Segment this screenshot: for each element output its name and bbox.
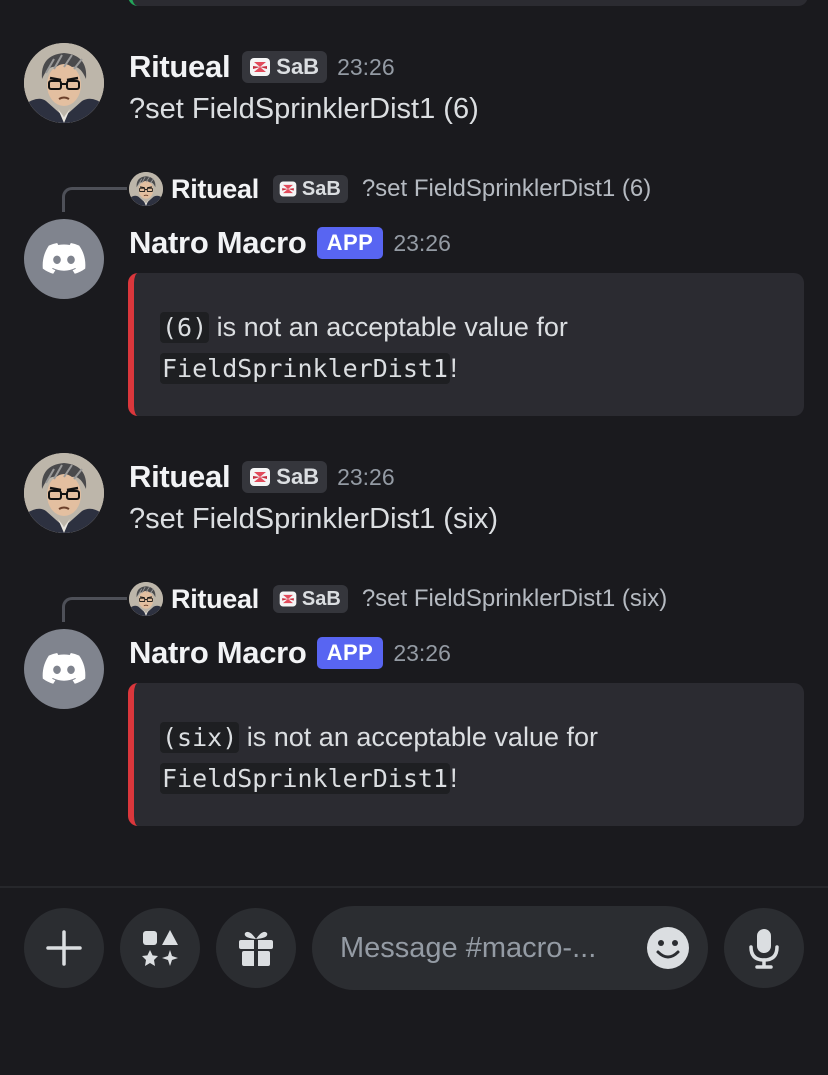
username[interactable]: Ritueal [129, 459, 231, 495]
guild-tag-icon [248, 465, 272, 489]
discord-logo-icon [40, 235, 88, 283]
message-header: Ritueal SaB 23:26 [129, 457, 395, 497]
server-tag-label: SaB [276, 54, 320, 79]
guild-tag-icon [278, 179, 298, 199]
message-header: Ritueal SaB 23:26 [129, 47, 395, 87]
previous-embed [128, 0, 808, 6]
message-ritueal-1: Ritueal SaB 23:26 ?set FieldSprinklerDis… [0, 43, 828, 133]
server-tag-label: SaB [276, 464, 320, 489]
error-embed: (six) is not an acceptable value for Fie… [128, 683, 804, 826]
reply-avatar-image [129, 582, 163, 616]
embed-text-end: ! [449, 353, 458, 383]
username[interactable]: Ritueal [129, 49, 231, 85]
error-embed: (6) is not an acceptable value for Field… [128, 273, 804, 416]
message-text: ?set FieldSprinklerDist1 (6) [129, 93, 479, 125]
reply-server-tag-label: SaB [301, 177, 341, 200]
username[interactable]: Natro Macro [129, 225, 307, 261]
inline-code: FieldSprinklerDist1 [160, 353, 450, 384]
username[interactable]: Natro Macro [129, 635, 307, 671]
embed-text-end: ! [449, 763, 458, 793]
discord-logo-icon [40, 645, 88, 693]
message-text: ?set FieldSprinklerDist1 (six) [129, 503, 499, 535]
reply-username: Ritueal [171, 583, 259, 614]
embed-text: is not an acceptable value for [209, 312, 568, 342]
message-ritueal-2: Ritueal SaB 23:26 ?set FieldSprinklerDis… [0, 453, 828, 543]
inline-code: FieldSprinklerDist1 [160, 763, 450, 794]
voice-message-button[interactable] [724, 908, 804, 988]
user-avatar-image [24, 453, 104, 533]
bot-avatar[interactable] [24, 629, 104, 709]
user-avatar-image [24, 43, 104, 123]
bot-avatar[interactable] [24, 219, 104, 299]
reply-avatar-image [129, 172, 163, 206]
gift-button[interactable] [216, 908, 296, 988]
microphone-icon [749, 929, 779, 969]
reply-connector [62, 597, 127, 622]
reply-connector [62, 187, 127, 212]
reply-preview[interactable]: Ritueal SaB ?set FieldSprinklerDist1 (si… [129, 582, 667, 616]
reply-username: Ritueal [171, 173, 259, 204]
timestamp: 23:26 [393, 639, 451, 666]
inline-code: (six) [160, 722, 240, 753]
message-input[interactable]: Message #macro-... [312, 906, 708, 990]
reply-preview[interactable]: Ritueal SaB ?set FieldSprinklerDist1 (6) [129, 172, 651, 206]
emoji-button[interactable] [646, 926, 690, 970]
guild-tag-icon [248, 55, 272, 79]
plus-icon [46, 930, 82, 966]
message-natro-1: Ritueal SaB ?set FieldSprinklerDist1 (6)… [0, 168, 828, 418]
inline-code: (6) [160, 312, 210, 343]
timestamp: 23:26 [337, 463, 395, 490]
composer-bar: Message #macro-... [0, 888, 828, 1075]
emoji-icon [647, 927, 689, 969]
apps-icon [142, 930, 178, 966]
user-avatar[interactable] [24, 453, 104, 533]
embed-text: is not an acceptable value for [239, 722, 598, 752]
reply-server-tag: SaB [272, 585, 348, 613]
message-header: Natro Macro APP 23:26 [129, 223, 451, 263]
add-attachment-button[interactable] [24, 908, 104, 988]
reply-server-tag-label: SaB [301, 587, 341, 610]
server-tag[interactable]: SaB [242, 51, 328, 83]
reply-avatar [129, 582, 163, 616]
timestamp: 23:26 [393, 229, 451, 256]
reply-text: ?set FieldSprinklerDist1 (six) [361, 585, 668, 612]
server-tag[interactable]: SaB [242, 461, 328, 493]
user-avatar[interactable] [24, 43, 104, 123]
embed-description: (six) is not an acceptable value for Fie… [160, 717, 598, 799]
message-natro-2: Ritueal SaB ?set FieldSprinklerDist1 (si… [0, 578, 828, 828]
reply-text: ?set FieldSprinklerDist1 (6) [361, 175, 652, 202]
message-header: Natro Macro APP 23:26 [129, 633, 451, 673]
embed-description: (6) is not an acceptable value for Field… [160, 307, 568, 389]
reply-avatar [129, 172, 163, 206]
gift-icon [239, 931, 273, 966]
timestamp: 23:26 [337, 53, 395, 80]
apps-button[interactable] [120, 908, 200, 988]
reply-server-tag: SaB [272, 175, 348, 203]
message-input-placeholder: Message #macro-... [340, 931, 597, 964]
guild-tag-icon [278, 589, 298, 609]
app-badge: APP [316, 637, 384, 669]
app-badge: APP [316, 227, 384, 259]
